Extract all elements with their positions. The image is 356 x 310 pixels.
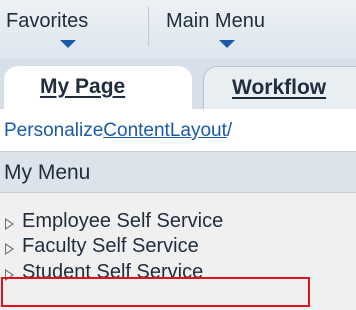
page-tabs: My Page Workflow <box>0 59 356 109</box>
tab-my-page[interactable]: My Page <box>4 66 192 109</box>
menu-item-label[interactable]: Faculty Self Service <box>22 235 199 258</box>
top-navigation-bar: Favorites Main Menu <box>0 0 356 59</box>
highlight-annotation-box <box>1 277 310 307</box>
favorites-menu[interactable]: Favorites <box>6 10 88 33</box>
menu-item-employee-self-service[interactable]: Employee Self Service <box>0 210 356 236</box>
main-menu-dropdown-arrow-icon[interactable] <box>219 40 235 48</box>
favorites-dropdown-arrow-icon[interactable] <box>60 40 76 48</box>
menu-item-label[interactable]: Employee Self Service <box>22 210 223 233</box>
personalize-link[interactable]: Personalize <box>4 120 103 141</box>
nav-divider <box>148 6 149 46</box>
links-separator: / <box>226 120 233 141</box>
my-menu-title: My Menu <box>4 161 91 184</box>
main-menu[interactable]: Main Menu <box>166 10 265 33</box>
tab-workflow[interactable]: Workflow <box>203 66 356 109</box>
triangle-right-icon[interactable] <box>5 218 14 230</box>
my-menu-header: My Menu <box>0 151 356 193</box>
triangle-right-icon[interactable] <box>5 243 14 255</box>
content-link[interactable]: Content <box>103 120 170 141</box>
layout-link[interactable]: Layout <box>170 120 227 141</box>
menu-item-faculty-self-service[interactable]: Faculty Self Service <box>0 235 356 261</box>
tab-workflow-label: Workflow <box>232 76 327 99</box>
personalize-links: PersonalizeContentLayout/ <box>0 109 356 151</box>
tab-my-page-label: My Page <box>40 75 126 98</box>
